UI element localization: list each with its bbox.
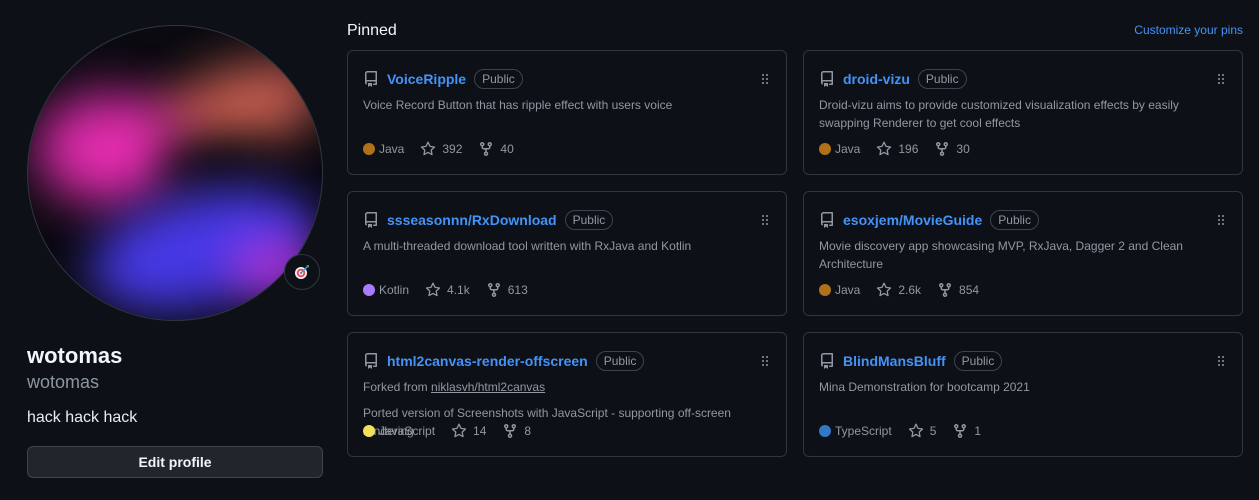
repo-description: Voice Record Button that has ripple effe… [363, 98, 673, 112]
repo-language: TypeScript [835, 424, 892, 438]
repo-description: Droid-vizu aims to provide customized vi… [819, 98, 1179, 130]
pinned-repo-card: ssseasonnn/RxDownload Public A multi-thr… [347, 191, 787, 316]
visibility-badge: Public [917, 69, 967, 89]
repo-meta: Java 2.6k 854 [819, 282, 995, 298]
forks-link[interactable]: 30 [934, 141, 970, 157]
repo-description: Mina Demonstration for bootcamp 2021 [819, 380, 1030, 394]
stars-link[interactable]: 4.1k [425, 282, 470, 298]
repo-name-link[interactable]: VoiceRipple [387, 71, 466, 87]
forks-link[interactable]: 613 [486, 282, 528, 298]
stars-link[interactable]: 392 [420, 141, 462, 157]
fork-icon [487, 283, 500, 298]
drag-handle-icon[interactable] [1217, 73, 1225, 85]
profile-username: wotomas [27, 372, 100, 392]
repo-language: Java [835, 283, 861, 297]
profile-sidebar: wotomas wotomas hack hack hack Edit prof… [27, 25, 323, 478]
forked-from-link[interactable]: niklasvh/html2canvas [431, 380, 545, 394]
visibility-badge: Public [595, 351, 645, 371]
star-icon [908, 423, 923, 438]
star-icon [421, 141, 436, 156]
visibility-badge: Public [990, 210, 1039, 230]
pinned-repo-card: BlindMansBluff Public Mina Demonstration… [803, 332, 1243, 457]
pinned-repo-card: esoxjem/MovieGuide Public Movie discover… [803, 191, 1243, 316]
profile-bio: hack hack hack [27, 409, 138, 426]
forks-link[interactable]: 854 [937, 282, 979, 298]
pinned-repo-card: droid-vizu Public Droid-vizu aims to pro… [803, 50, 1243, 175]
drag-handle-icon[interactable] [1217, 355, 1225, 367]
repo-meta: Kotlin 4.1k 613 [363, 282, 544, 298]
repo-name-link[interactable]: html2canvas-render-offscreen [387, 353, 588, 369]
language-color-dot [819, 284, 831, 296]
repo-description: Movie discovery app showcasing MVP, RxJa… [819, 239, 1183, 271]
avatar[interactable] [27, 25, 323, 321]
visibility-badge: Public [953, 351, 1003, 371]
forked-from: Forked from niklasvh/html2canvas [363, 380, 546, 394]
repo-language: Java [835, 142, 861, 156]
forks-link[interactable]: 8 [502, 423, 531, 439]
star-icon [877, 282, 892, 297]
repo-language: Java [379, 142, 405, 156]
repo-name-link[interactable]: BlindMansBluff [843, 353, 946, 369]
repo-name-link[interactable]: droid-vizu [843, 71, 910, 87]
pinned-repo-card: VoiceRipple Public Voice Record Button t… [347, 50, 787, 175]
star-icon [425, 282, 441, 297]
stars-link[interactable]: 2.6k [876, 282, 921, 298]
repo-language: JavaScript [379, 424, 436, 438]
star-icon [451, 423, 467, 438]
repo-icon [365, 212, 377, 228]
pinned-header: Pinned Customize your pins [347, 20, 1243, 42]
fork-icon [939, 283, 952, 298]
language-color-dot [819, 425, 831, 437]
stars-link[interactable]: 14 [451, 423, 486, 439]
drag-handle-icon[interactable] [761, 214, 769, 226]
forks-link[interactable]: 40 [478, 141, 514, 157]
fork-icon [954, 424, 967, 439]
repo-meta: TypeScript 5 1 [819, 423, 997, 439]
language-color-dot [363, 425, 375, 437]
drag-handle-icon[interactable] [761, 355, 769, 367]
repo-icon [821, 71, 833, 87]
pinned-title: Pinned [347, 22, 397, 39]
dart-icon [295, 265, 309, 279]
repo-description: A multi-threaded download tool written w… [363, 239, 692, 253]
forks-link[interactable]: 1 [952, 423, 981, 439]
language-color-dot [363, 284, 375, 296]
fork-icon [504, 424, 517, 439]
stars-link[interactable]: 5 [908, 423, 936, 439]
visibility-badge: Public [564, 210, 614, 230]
repo-name-link[interactable]: ssseasonnn/RxDownload [387, 212, 557, 228]
repo-icon [365, 71, 377, 87]
repo-icon [821, 212, 833, 228]
repo-language: Kotlin [379, 283, 410, 297]
repo-meta: JavaScript 14 8 [363, 423, 547, 439]
language-color-dot [363, 143, 375, 155]
stars-link[interactable]: 196 [876, 141, 918, 157]
repo-icon [365, 353, 377, 369]
edit-profile-button[interactable]: Edit profile [27, 446, 323, 478]
repo-meta: Java 392 40 [363, 141, 530, 157]
drag-handle-icon[interactable] [761, 73, 769, 85]
profile-display-name: wotomas [27, 343, 123, 368]
repo-meta: Java 196 30 [819, 141, 986, 157]
pinned-repo-card: html2canvas-render-offscreen Public Fork… [347, 332, 787, 457]
repo-icon [821, 353, 833, 369]
customize-pins-link[interactable]: Customize your pins [1134, 23, 1243, 37]
fork-icon [480, 142, 493, 157]
repo-name-link[interactable]: esoxjem/MovieGuide [843, 212, 982, 228]
fork-icon [936, 142, 949, 157]
language-color-dot [819, 143, 831, 155]
star-icon [877, 141, 892, 156]
avatar-container [27, 25, 323, 321]
visibility-badge: Public [474, 69, 523, 89]
set-status-button[interactable] [284, 254, 320, 290]
drag-handle-icon[interactable] [1217, 214, 1225, 226]
